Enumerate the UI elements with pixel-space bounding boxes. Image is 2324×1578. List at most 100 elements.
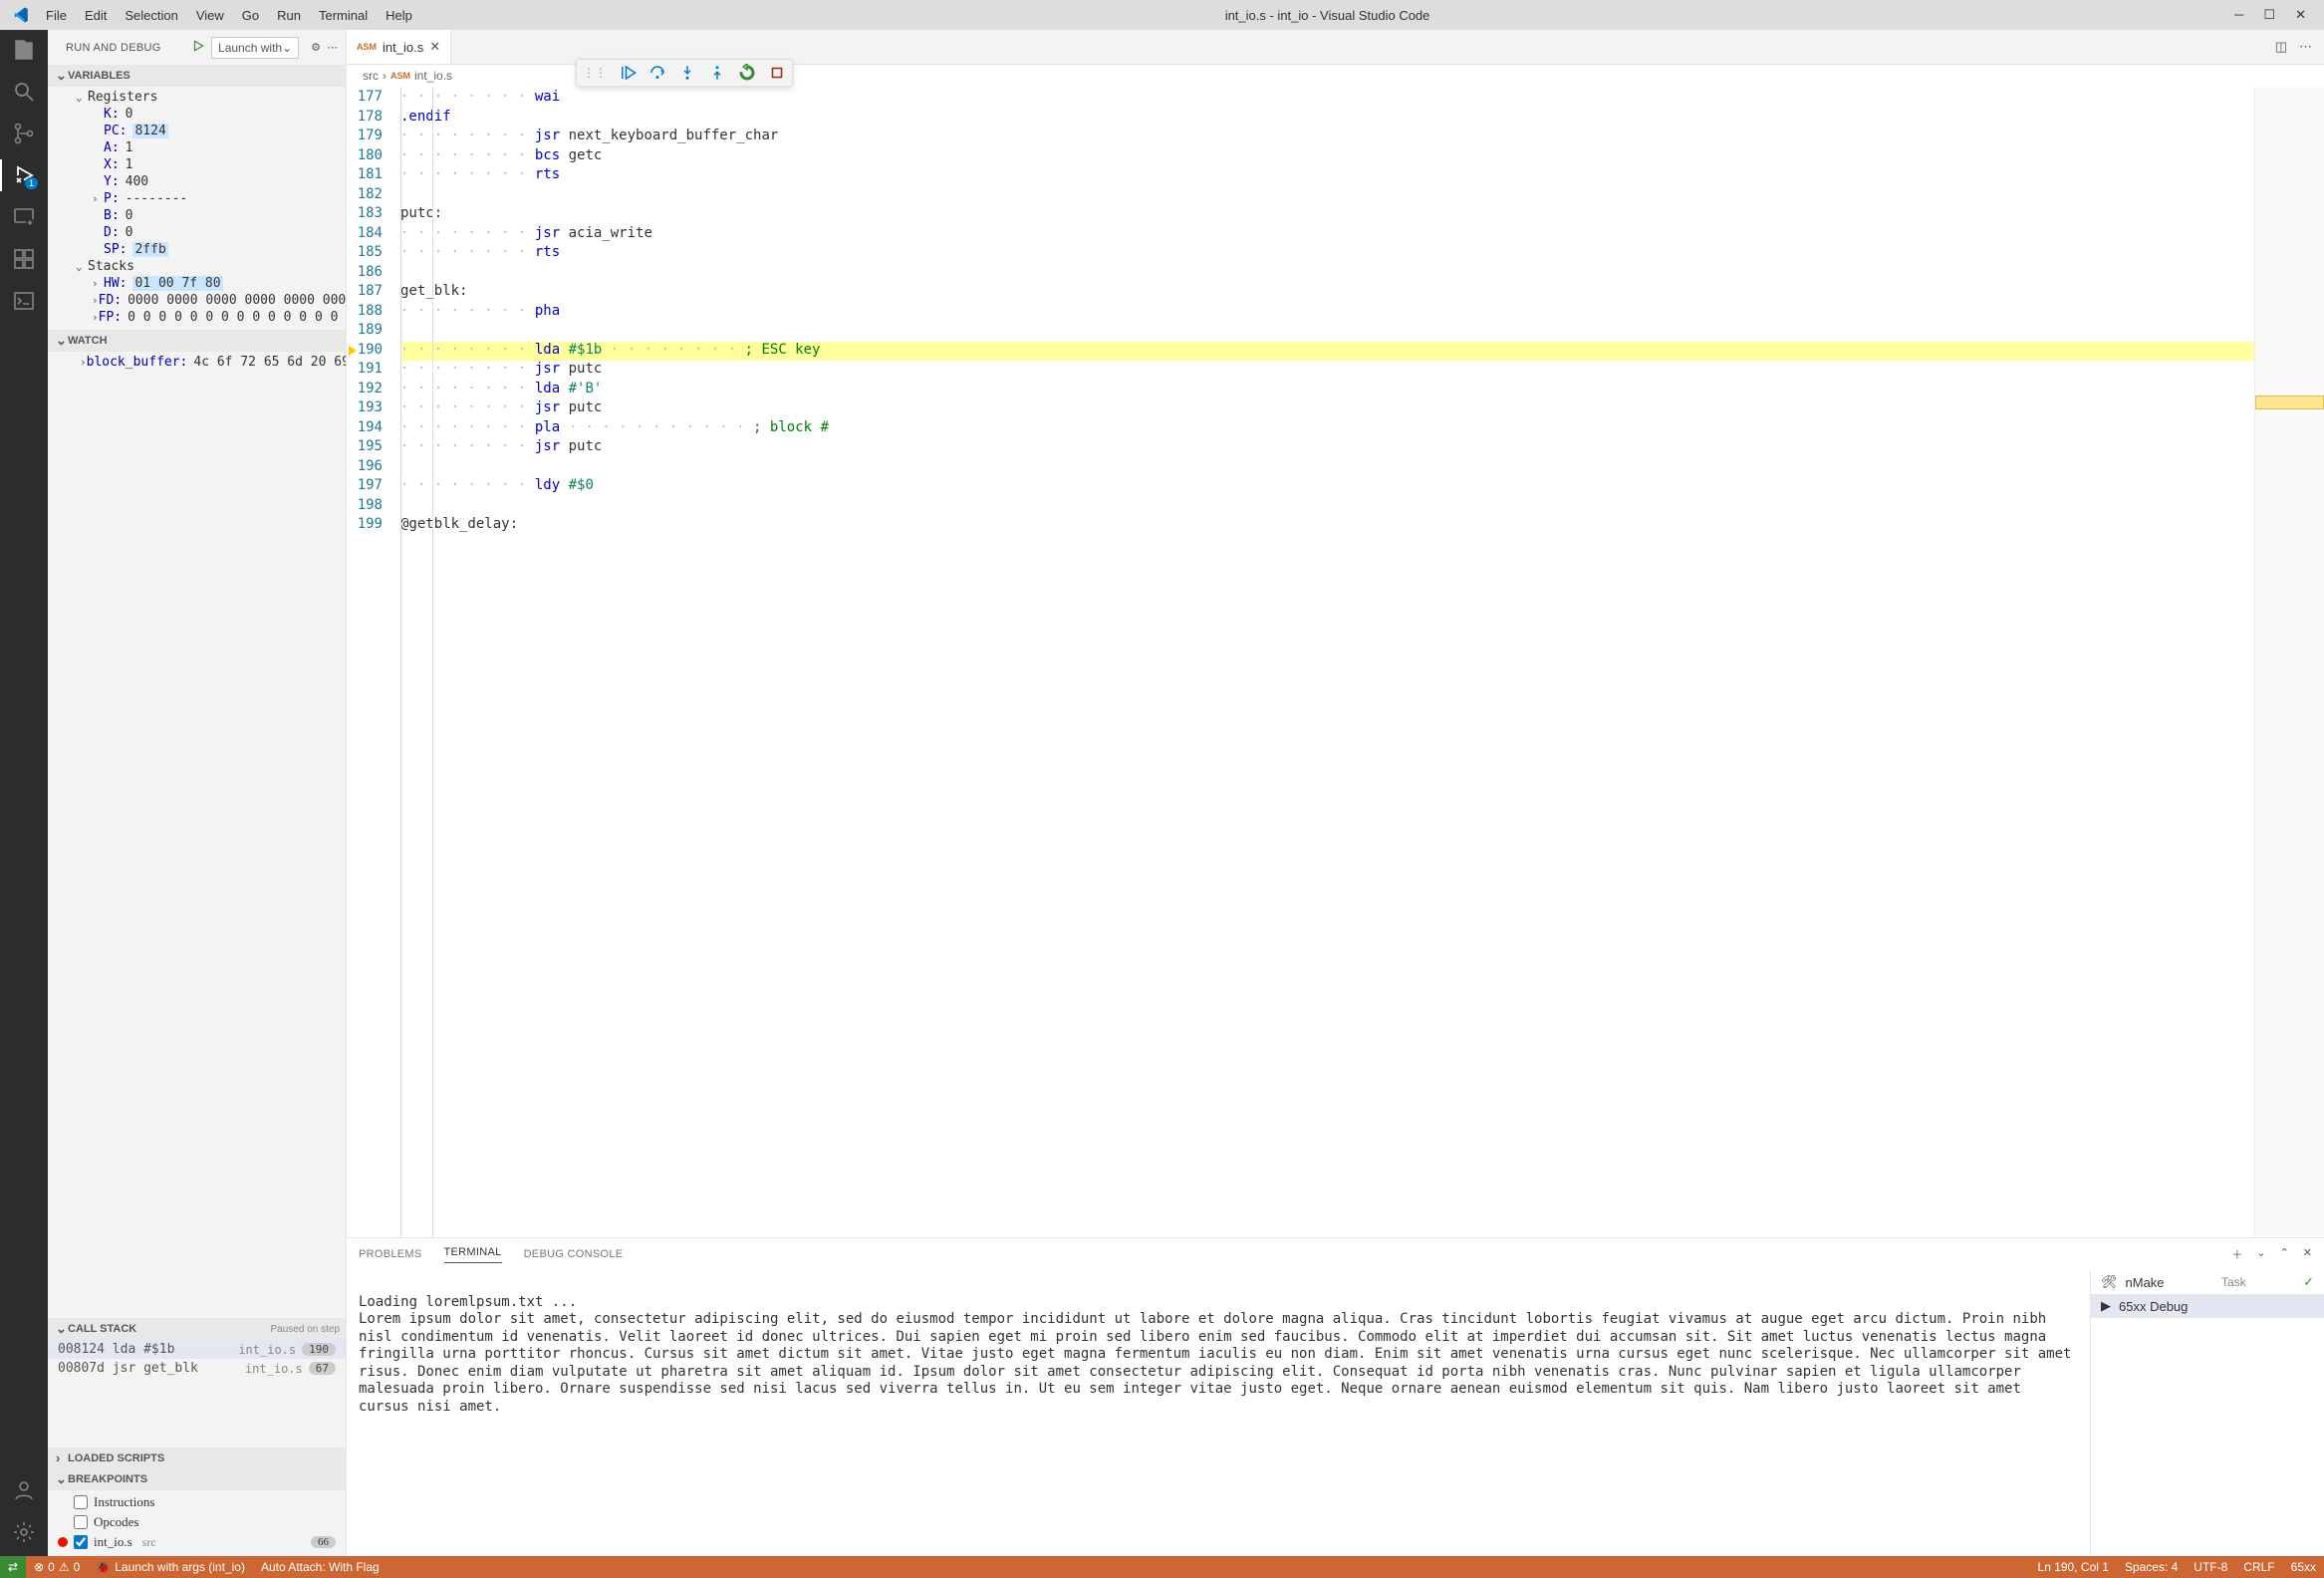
menu-edit[interactable]: Edit <box>77 4 115 27</box>
launch-config-select[interactable]: Launch with ⌄ <box>211 37 299 59</box>
code-line[interactable]: · · · · · · · · lda #$1b · · · · · · · ·… <box>400 342 2254 362</box>
variable-row[interactable]: ›block_buffer:4c 6f 72 65 6d 20 69 7… <box>48 354 346 371</box>
checkbox[interactable] <box>74 1535 88 1549</box>
line-number[interactable]: 179 <box>347 128 400 147</box>
menu-run[interactable]: Run <box>269 4 309 27</box>
breakpoint-file[interactable]: int_io.ssrc66 <box>48 1532 346 1552</box>
line-number[interactable]: 178 <box>347 109 400 129</box>
terminal-panel-icon[interactable] <box>12 289 36 313</box>
more-actions-icon[interactable]: ⋯ <box>327 41 338 54</box>
tab-close-icon[interactable]: ✕ <box>429 39 440 55</box>
variable-row[interactable]: A:1 <box>48 139 346 156</box>
menu-help[interactable]: Help <box>378 4 420 27</box>
menu-view[interactable]: View <box>188 4 232 27</box>
panel-tab-debug-console[interactable]: DEBUG CONSOLE <box>524 1248 624 1260</box>
code-line[interactable]: · · · · · · · · jsr putc <box>400 438 2254 458</box>
terminal-dropdown-icon[interactable]: ⌄ <box>2256 1246 2265 1262</box>
remote-explorer-icon[interactable] <box>12 205 36 229</box>
section-callstack[interactable]: CALL STACKPaused on step <box>48 1318 346 1340</box>
configure-gear-icon[interactable]: ⚙ <box>311 41 321 54</box>
minimap-viewport[interactable] <box>2255 395 2324 409</box>
more-icon[interactable]: ⋯ <box>2299 39 2312 55</box>
stacks-group[interactable]: ⌄ Stacks <box>48 258 346 275</box>
explorer-icon[interactable] <box>12 38 36 62</box>
callstack-row[interactable]: 00807d jsr get_blkint_io.s67 <box>48 1359 346 1378</box>
code-line[interactable]: · · · · · · · · lda #'B' <box>400 381 2254 400</box>
eol-status[interactable]: CRLF <box>2235 1556 2282 1578</box>
line-number[interactable]: 188 <box>347 303 400 323</box>
panel-tab-terminal[interactable]: TERMINAL <box>444 1246 502 1263</box>
code-line[interactable]: · · · · · · · · rts <box>400 166 2254 186</box>
variable-row[interactable]: K:0 <box>48 106 346 123</box>
code-line[interactable]: · · · · · · · · jsr putc <box>400 361 2254 381</box>
line-number[interactable]: 197 <box>347 477 400 497</box>
close-panel-icon[interactable]: ✕ <box>2303 1246 2312 1262</box>
line-number[interactable]: 189 <box>347 322 400 342</box>
code-line[interactable]: .endif <box>400 109 2254 129</box>
step-into-icon[interactable] <box>678 64 696 82</box>
minimap[interactable] <box>2254 87 2324 1237</box>
terminal-instance[interactable]: ▶65xx Debug <box>2091 1294 2324 1318</box>
code-line[interactable]: get_blk: <box>400 283 2254 303</box>
encoding-status[interactable]: UTF-8 <box>2186 1556 2235 1578</box>
code-line[interactable]: · · · · · · · · wai <box>400 89 2254 109</box>
minimize-icon[interactable]: ─ <box>2234 7 2243 23</box>
terminal-output[interactable]: Loading loremlpsum.txt ... Lorem ipsum d… <box>347 1270 2090 1556</box>
continue-icon[interactable] <box>619 64 637 82</box>
code-line[interactable]: putc: <box>400 205 2254 225</box>
line-number[interactable]: 199 <box>347 516 400 536</box>
code-line[interactable] <box>400 264 2254 284</box>
line-number[interactable]: 186 <box>347 264 400 284</box>
settings-gear-icon[interactable] <box>12 1520 36 1544</box>
code-line[interactable] <box>400 458 2254 478</box>
variable-row[interactable]: Y:400 <box>48 173 346 190</box>
code-line[interactable]: · · · · · · · · bcs getc <box>400 147 2254 167</box>
code-line[interactable]: · · · · · · · · jsr putc <box>400 399 2254 419</box>
menu-go[interactable]: Go <box>234 4 267 27</box>
code-line[interactable]: · · · · · · · · jsr next_keyboard_buffer… <box>400 128 2254 147</box>
variable-row[interactable]: SP:2ffb <box>48 241 346 258</box>
line-number[interactable]: 182 <box>347 186 400 206</box>
code-line[interactable] <box>400 497 2254 517</box>
language-status[interactable]: 65xx <box>2283 1556 2324 1578</box>
section-variables[interactable]: VARIABLES <box>48 65 346 87</box>
breakpoint-option[interactable]: Instructions <box>48 1492 346 1512</box>
variable-row[interactable]: ›P:-------- <box>48 190 346 207</box>
line-number[interactable]: 183 <box>347 205 400 225</box>
start-debug-icon[interactable] <box>191 39 205 56</box>
restart-icon[interactable] <box>738 64 756 82</box>
registers-group[interactable]: ⌄ Registers <box>48 89 346 106</box>
code-line[interactable] <box>400 322 2254 342</box>
auto-attach-status[interactable]: Auto Attach: With Flag <box>253 1556 387 1578</box>
checkbox[interactable] <box>74 1515 88 1529</box>
stop-icon[interactable] <box>768 64 786 82</box>
extensions-icon[interactable] <box>12 247 36 271</box>
line-number[interactable]: 185 <box>347 244 400 264</box>
variable-row[interactable]: ›HW:01 00 7f 80 <box>48 275 346 292</box>
code-line[interactable]: · · · · · · · · pla · · · · · · · · · · … <box>400 419 2254 439</box>
search-icon[interactable] <box>12 80 36 104</box>
new-terminal-icon[interactable]: ＋ <box>2231 1246 2242 1262</box>
code-line[interactable]: @getblk_delay: <box>400 516 2254 536</box>
line-number[interactable]: 191 <box>347 361 400 381</box>
line-number[interactable]: 184 <box>347 225 400 245</box>
section-breakpoints[interactable]: BREAKPOINTS <box>48 1468 346 1490</box>
line-number[interactable]: 194 <box>347 419 400 439</box>
variable-row[interactable]: ›FD:0000 0000 0000 0000 0000 0000 0… <box>48 292 346 309</box>
maximize-icon[interactable]: ☐ <box>2263 7 2275 23</box>
line-number[interactable]: 198 <box>347 497 400 517</box>
callstack-row[interactable]: 008124 lda #$1bint_io.s190 <box>48 1340 346 1359</box>
code-line[interactable]: · · · · · · · · ldy #$0 <box>400 477 2254 497</box>
menu-selection[interactable]: Selection <box>117 4 185 27</box>
split-editor-icon[interactable]: ◫ <box>2275 39 2287 55</box>
run-debug-icon[interactable]: 1 <box>12 163 36 187</box>
code-editor[interactable]: 1771781791801811821831841851861871881891… <box>347 87 2324 1237</box>
line-number[interactable]: 187 <box>347 283 400 303</box>
line-number[interactable]: 193 <box>347 399 400 419</box>
step-over-icon[interactable] <box>648 64 666 82</box>
line-number[interactable]: 192 <box>347 381 400 400</box>
breakpoint-option[interactable]: Opcodes <box>48 1512 346 1532</box>
code-line[interactable] <box>400 186 2254 206</box>
line-number[interactable]: 180 <box>347 147 400 167</box>
checkbox[interactable] <box>74 1495 88 1509</box>
